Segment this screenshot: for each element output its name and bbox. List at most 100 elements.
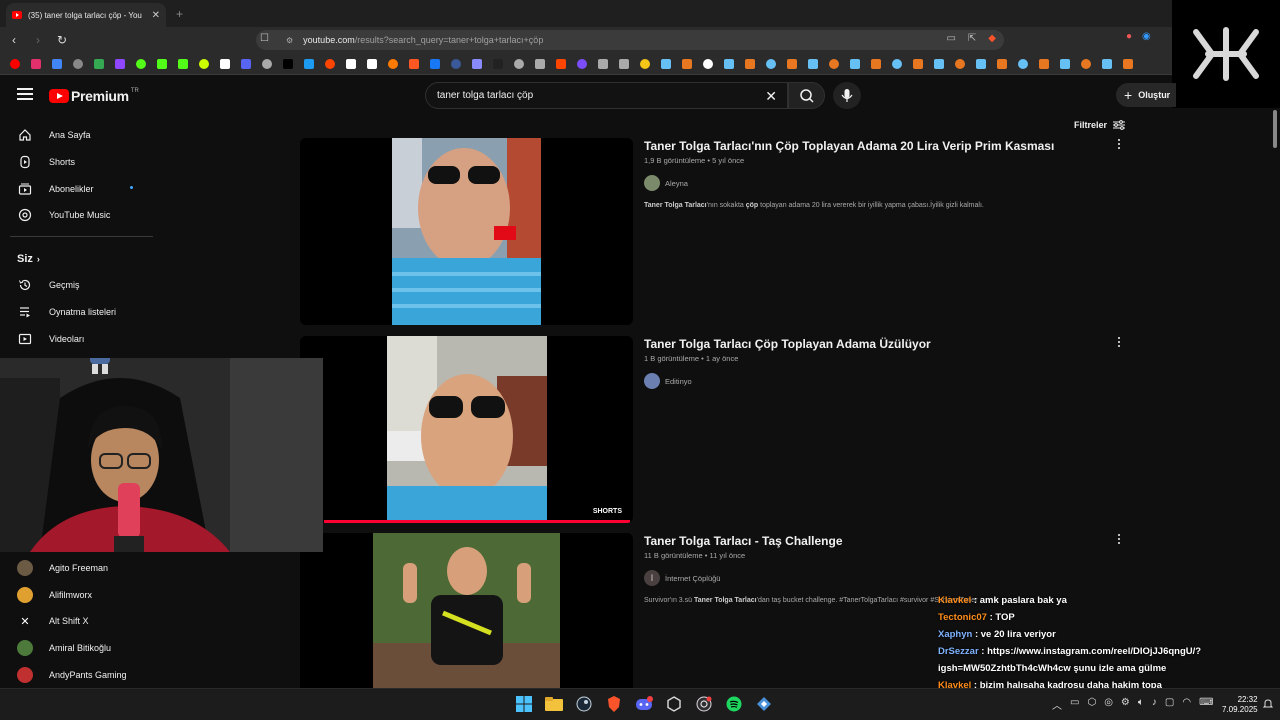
video-title[interactable]: Taner Tolga Tarlacı'nın Çöp Toplayan Ada…	[644, 139, 1054, 153]
bookmark-icon[interactable]	[342, 55, 359, 72]
settings-icon[interactable]: ⚙	[1121, 697, 1130, 712]
channel-link[interactable]: İ İnternet Çöplüğü	[644, 570, 720, 586]
sidebar-item-youtube-music[interactable]: YouTube Music	[17, 208, 110, 222]
wifi-icon[interactable]: ◠	[1182, 697, 1191, 712]
new-tab-icon[interactable]: +	[176, 7, 183, 21]
bookmark-icon[interactable]	[804, 55, 821, 72]
bookmark-icon[interactable]	[930, 55, 947, 72]
bookmark-icon[interactable]	[69, 55, 86, 72]
battery-icon[interactable]: ▭	[1070, 697, 1079, 712]
sidebar-item-your-videos[interactable]: Videoları	[17, 332, 84, 346]
bookmark-icon[interactable]	[1035, 55, 1052, 72]
notification-bell-icon[interactable]	[1262, 698, 1274, 710]
bookmark-icon[interactable]	[489, 55, 506, 72]
share-icon[interactable]: ⇱	[968, 33, 976, 44]
back-icon[interactable]: ‹	[4, 33, 24, 47]
bookmark-icon[interactable]	[258, 55, 275, 72]
video-title[interactable]: Taner Tolga Tarlacı - Taş Challenge	[644, 534, 843, 548]
discord-icon[interactable]	[634, 694, 654, 714]
bookmark-icon[interactable]	[111, 55, 128, 72]
microphone-tray-icon[interactable]: ♪	[1152, 697, 1157, 712]
sidebar-item-subscriptions[interactable]: Abonelikler	[17, 182, 94, 196]
chevron-up-icon[interactable]: ︿	[1052, 697, 1062, 712]
guide-menu-icon[interactable]	[17, 88, 33, 100]
bookmark-icon[interactable]	[90, 55, 107, 72]
bookmark-star-icon[interactable]: ☐	[260, 33, 269, 44]
extension-icon[interactable]: ●	[1126, 31, 1132, 42]
network-app-icon[interactable]	[754, 694, 774, 714]
obs-icon[interactable]	[694, 694, 714, 714]
file-explorer-icon[interactable]	[544, 694, 564, 714]
bookmark-icon[interactable]	[783, 55, 800, 72]
subscription-item[interactable]: Agito Freeman	[17, 560, 108, 576]
video-thumbnail[interactable]: SHORTS	[300, 336, 633, 523]
bookmark-icon[interactable]	[825, 55, 842, 72]
bookmark-icon[interactable]	[594, 55, 611, 72]
steam-icon[interactable]	[574, 694, 594, 714]
bookmark-icon[interactable]	[405, 55, 422, 72]
sidebar-item-shorts[interactable]: Shorts	[17, 155, 75, 169]
start-icon[interactable]	[514, 694, 534, 714]
taskbar-clock[interactable]: 22:32 7.09.2025	[1222, 695, 1258, 715]
page-scrollbar[interactable]	[1272, 110, 1278, 688]
bookmark-icon[interactable]	[552, 55, 569, 72]
bookmark-icon[interactable]	[531, 55, 548, 72]
bookmark-icon[interactable]	[153, 55, 170, 72]
subscription-item[interactable]: Amiral Bitikoğlu	[17, 640, 111, 656]
wallet-icon[interactable]: ◉	[1142, 31, 1151, 42]
brave-shield-icon[interactable]: ◆	[988, 33, 996, 44]
bookmark-icon[interactable]	[447, 55, 464, 72]
more-actions-icon[interactable]	[1116, 139, 1122, 151]
bookmark-icon[interactable]	[1014, 55, 1031, 72]
subscription-item[interactable]: AndyPants Gaming	[17, 667, 127, 683]
subscription-item[interactable]: ✕ Alt Shift X	[17, 613, 89, 629]
create-button[interactable]: + Oluştur	[1116, 83, 1176, 107]
bookmark-icon[interactable]	[1077, 55, 1094, 72]
address-bar[interactable]: ⚙ youtube.com/results?search_query=taner…	[256, 30, 1004, 50]
bookmark-icon[interactable]	[132, 55, 149, 72]
sidebar-item-playlists[interactable]: Oynatma listeleri	[17, 305, 116, 319]
voice-search-button[interactable]	[833, 82, 861, 109]
spotify-icon[interactable]	[724, 694, 744, 714]
language-icon[interactable]: ⌨	[1199, 697, 1213, 712]
bookmark-icon[interactable]	[27, 55, 44, 72]
bookmark-icon[interactable]	[174, 55, 191, 72]
bookmark-icon[interactable]	[363, 55, 380, 72]
filters-button[interactable]: Filtreler	[1074, 120, 1126, 130]
bookmark-icon[interactable]	[1098, 55, 1115, 72]
bookmark-icon[interactable]	[1056, 55, 1073, 72]
bookmark-icon[interactable]	[321, 55, 338, 72]
bookmark-icon[interactable]	[678, 55, 695, 72]
bookmark-icon[interactable]	[300, 55, 317, 72]
clear-search-icon[interactable]: ✕	[765, 88, 777, 105]
more-actions-icon[interactable]	[1116, 534, 1122, 546]
bookmark-icon[interactable]	[384, 55, 401, 72]
forward-icon[interactable]: ›	[28, 33, 48, 47]
bookmark-icon[interactable]	[951, 55, 968, 72]
bookmark-icon[interactable]	[699, 55, 716, 72]
video-title[interactable]: Taner Tolga Tarlacı Çöp Toplayan Adama Ü…	[644, 337, 931, 351]
bookmark-icon[interactable]	[510, 55, 527, 72]
sidebar-item-home[interactable]: Ana Sayfa	[17, 128, 91, 142]
more-actions-icon[interactable]	[1116, 337, 1122, 349]
youtube-premium-logo[interactable]: Premium TR	[49, 88, 139, 104]
bookmark-icon[interactable]	[909, 55, 926, 72]
volume-icon[interactable]: 🔈︎	[1138, 697, 1144, 712]
bookmark-icon[interactable]	[195, 55, 212, 72]
bookmark-icon[interactable]	[48, 55, 65, 72]
browser-tab-youtube[interactable]: (35) taner tolga tarlacı çöp - You ✕	[6, 3, 166, 27]
bookmark-icon[interactable]	[1119, 55, 1136, 72]
video-thumbnail[interactable]	[300, 138, 633, 325]
close-tab-icon[interactable]: ✕	[152, 10, 160, 21]
brave-icon[interactable]	[604, 694, 624, 714]
bookmark-icon[interactable]	[741, 55, 758, 72]
security-icon[interactable]: ⬡	[1087, 697, 1096, 712]
subscription-item[interactable]: Alifilmworx	[17, 587, 92, 603]
video-thumbnail[interactable]	[300, 533, 633, 688]
bookmark-icon[interactable]	[846, 55, 863, 72]
steam-tray-icon[interactable]: ◎	[1104, 697, 1113, 712]
search-input[interactable]: taner tolga tarlacı çöp ✕	[425, 82, 788, 109]
channel-link[interactable]: Editinyo	[644, 373, 692, 389]
bookmark-icon[interactable]	[573, 55, 590, 72]
bookmark-icon[interactable]	[762, 55, 779, 72]
